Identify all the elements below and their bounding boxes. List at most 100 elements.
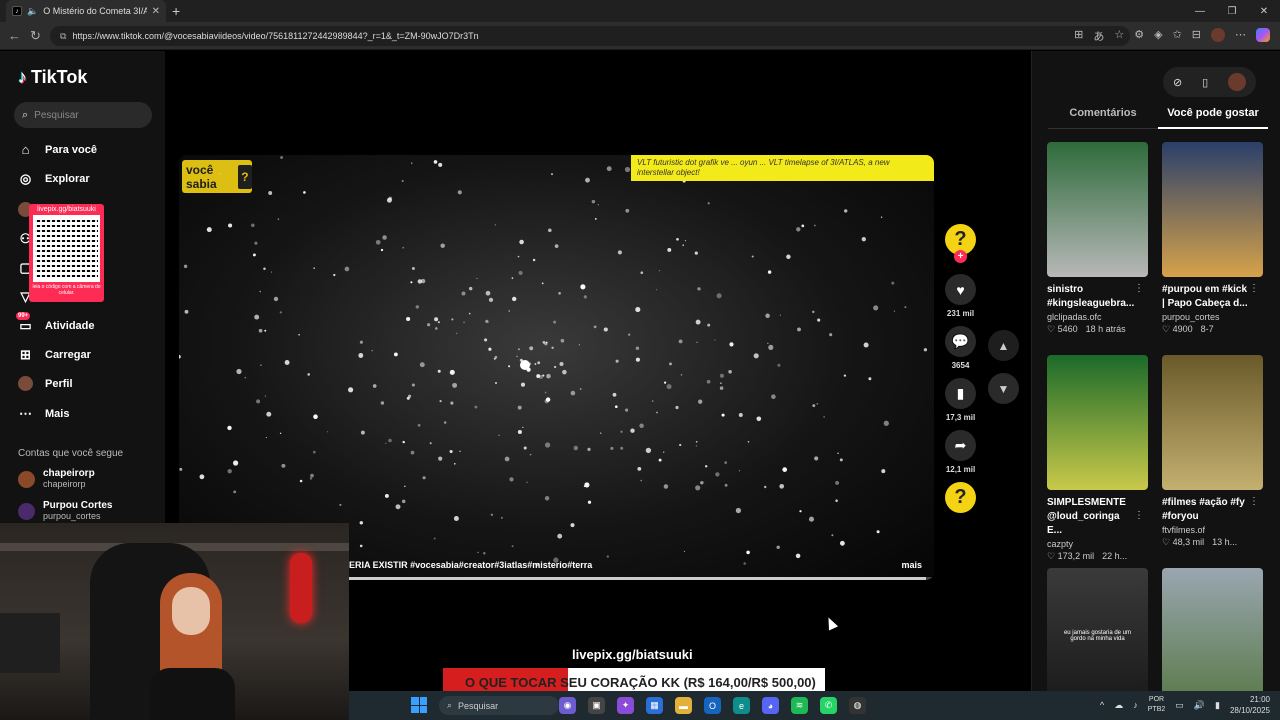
speaker-icon[interactable]: 🔈 <box>27 6 38 17</box>
recommended-video-card[interactable] <box>1162 568 1263 703</box>
video-thumbnail[interactable] <box>1162 355 1263 490</box>
copilot-icon[interactable] <box>1256 28 1270 42</box>
language-indicator[interactable]: POR PTB2 <box>1148 695 1166 715</box>
kebab-menu-icon[interactable]: ⋮ <box>1249 283 1259 294</box>
sound-avatar-button[interactable]: ? <box>945 482 976 513</box>
close-icon[interactable]: ✕ <box>152 6 160 17</box>
heart-outline-icon: ♡ <box>1047 551 1058 561</box>
copilot-icon[interactable]: ✦ <box>617 697 634 714</box>
obs-icon[interactable]: ◍ <box>849 697 866 714</box>
tiktok-logo[interactable]: ♪ TikTok <box>18 67 87 88</box>
more-button[interactable]: mais <box>901 560 922 570</box>
follow-plus-icon[interactable]: + <box>954 250 967 263</box>
tab-voce-pode-gostar[interactable]: Você pode gostar <box>1158 107 1268 129</box>
outlook-icon[interactable]: O <box>704 697 721 714</box>
copilot-app-icon[interactable]: ◉ <box>559 697 576 714</box>
creator-avatar-button[interactable]: ? + <box>945 224 976 263</box>
next-video-button[interactable]: ▼ <box>988 373 1019 404</box>
star <box>558 292 561 295</box>
device-icon[interactable]: ▯ <box>1202 76 1208 89</box>
recommended-video-card[interactable]: SIMPLESMENTE @loud_coringa E... ⋮ cazpty… <box>1047 355 1148 563</box>
video-thumbnail[interactable] <box>1162 568 1263 703</box>
browser-tab[interactable]: ♪ 🔈 O Mistério do Cometa 3I/AT ✕ <box>6 0 166 22</box>
nav-atividade[interactable]: ▭ 99+ Atividade <box>16 312 95 334</box>
star-icon[interactable]: ☆ <box>1114 28 1124 44</box>
following-item[interactable]: Purpou Cortes purpou_cortes <box>18 500 112 522</box>
task-view-icon[interactable]: ▣ <box>588 697 605 714</box>
nav-carregar[interactable]: ⊞ Carregar <box>18 347 91 363</box>
star <box>443 421 447 424</box>
avatar[interactable] <box>1228 73 1247 91</box>
monitor-icon[interactable]: ▭ <box>1175 700 1184 711</box>
volume-icon[interactable]: 🔊 <box>1194 700 1205 711</box>
recommended-video-card[interactable]: sinistro #kingsleaguebra... ⋮ glclipadas… <box>1047 142 1148 336</box>
back-icon[interactable]: ← <box>8 28 21 43</box>
windows-start-icon[interactable] <box>411 697 427 713</box>
star <box>264 329 267 332</box>
clock[interactable]: 21:00 28/10/2025 <box>1230 694 1270 716</box>
kebab-menu-icon[interactable]: ⋮ <box>1134 283 1144 294</box>
comment-button[interactable]: 💬 3654 <box>945 326 976 370</box>
refresh-icon[interactable]: ↻ <box>30 28 41 44</box>
extensions-icon[interactable]: ⚙ <box>1134 28 1144 44</box>
edge-icon[interactable]: e <box>733 697 750 714</box>
cloud-icon[interactable]: ☁ <box>1114 700 1123 711</box>
shield-icon[interactable]: ◈ <box>1154 28 1162 44</box>
star <box>714 339 716 341</box>
profile-avatar[interactable] <box>1211 28 1225 42</box>
star <box>544 442 551 448</box>
save-button[interactable]: ▮ 17,3 mil <box>945 378 976 422</box>
video-thumbnail[interactable] <box>1047 355 1148 490</box>
discord-icon[interactable]: ◕ <box>762 697 779 714</box>
star <box>640 271 644 275</box>
folder-icon[interactable]: ▬ <box>675 697 692 714</box>
like-button[interactable]: ♥ 231 mil <box>945 274 976 318</box>
site-info-icon[interactable]: ⧉ <box>60 31 66 42</box>
video-player[interactable]: você sabia ? VLT futuristic dot grafik v… <box>179 155 934 580</box>
battery-icon[interactable]: ▮ <box>1215 700 1220 711</box>
search-box[interactable]: ⌕ <box>14 102 152 128</box>
store-icon[interactable]: ▦ <box>646 697 663 714</box>
star <box>904 306 907 309</box>
collections-icon[interactable]: ⊟ <box>1192 28 1201 44</box>
browser-tab-bar: ♪ 🔈 O Mistério do Cometa 3I/AT ✕ + — ❐ ✕ <box>0 0 1280 22</box>
whatsapp-icon[interactable]: ✆ <box>820 697 837 714</box>
taskbar-search[interactable]: ⌕ Pesquisar <box>439 696 559 715</box>
star <box>434 317 439 322</box>
url-field[interactable]: ⧉ https://www.tiktok.com/@vocesabiaviide… <box>50 26 1130 46</box>
star <box>617 250 622 255</box>
following-item[interactable]: chapeirorp chapeirorp <box>18 468 95 490</box>
recommended-video-card[interactable]: eu jamais gostaria de um gordo na minha … <box>1047 568 1148 703</box>
share-button[interactable]: ➦ 12,1 mil <box>945 430 976 474</box>
video-thumbnail[interactable] <box>1162 142 1263 277</box>
close-window-icon[interactable]: ✕ <box>1248 0 1280 22</box>
favorites-icon[interactable]: ✩ <box>1173 28 1182 44</box>
nav-mais[interactable]: ⋯ Mais <box>18 406 69 422</box>
search-input[interactable] <box>34 109 135 121</box>
spotify-icon[interactable]: ≋ <box>791 697 808 714</box>
apps-icon[interactable]: ⊞ <box>1074 28 1083 44</box>
star <box>468 286 473 291</box>
compass-icon[interactable]: ⊘ <box>1173 76 1182 89</box>
kebab-menu-icon[interactable]: ⋮ <box>1134 510 1144 521</box>
tab-comentarios[interactable]: Comentários <box>1048 107 1158 129</box>
mic-icon[interactable]: ♪ <box>1133 700 1138 710</box>
chevron-up-icon[interactable]: ^ <box>1100 700 1104 710</box>
translate-icon[interactable]: あ <box>1093 28 1104 44</box>
star <box>666 384 672 390</box>
nav-para-voce[interactable]: ⌂ Para você <box>18 142 97 157</box>
new-tab-button[interactable]: + <box>172 3 180 19</box>
nav-explorar[interactable]: ◎ Explorar <box>18 171 90 187</box>
minimize-icon[interactable]: — <box>1184 0 1216 22</box>
video-thumbnail[interactable] <box>1047 142 1148 277</box>
recommended-video-card[interactable]: #filmes #ação #fy #foryou ⋮ ftvfilmes.of… <box>1162 355 1263 549</box>
video-thumbnail[interactable]: eu jamais gostaria de um gordo na minha … <box>1047 568 1148 703</box>
menu-icon[interactable]: ⋯ <box>1235 28 1246 44</box>
star <box>359 521 364 525</box>
previous-video-button[interactable]: ▲ <box>988 330 1019 361</box>
nav-perfil[interactable]: Perfil <box>18 376 73 391</box>
kebab-menu-icon[interactable]: ⋮ <box>1249 496 1259 507</box>
star <box>179 467 183 471</box>
recommended-video-card[interactable]: #purpou em #kick | Papo Cabeça d... ⋮ pu… <box>1162 142 1263 336</box>
maximize-icon[interactable]: ❐ <box>1216 0 1248 22</box>
